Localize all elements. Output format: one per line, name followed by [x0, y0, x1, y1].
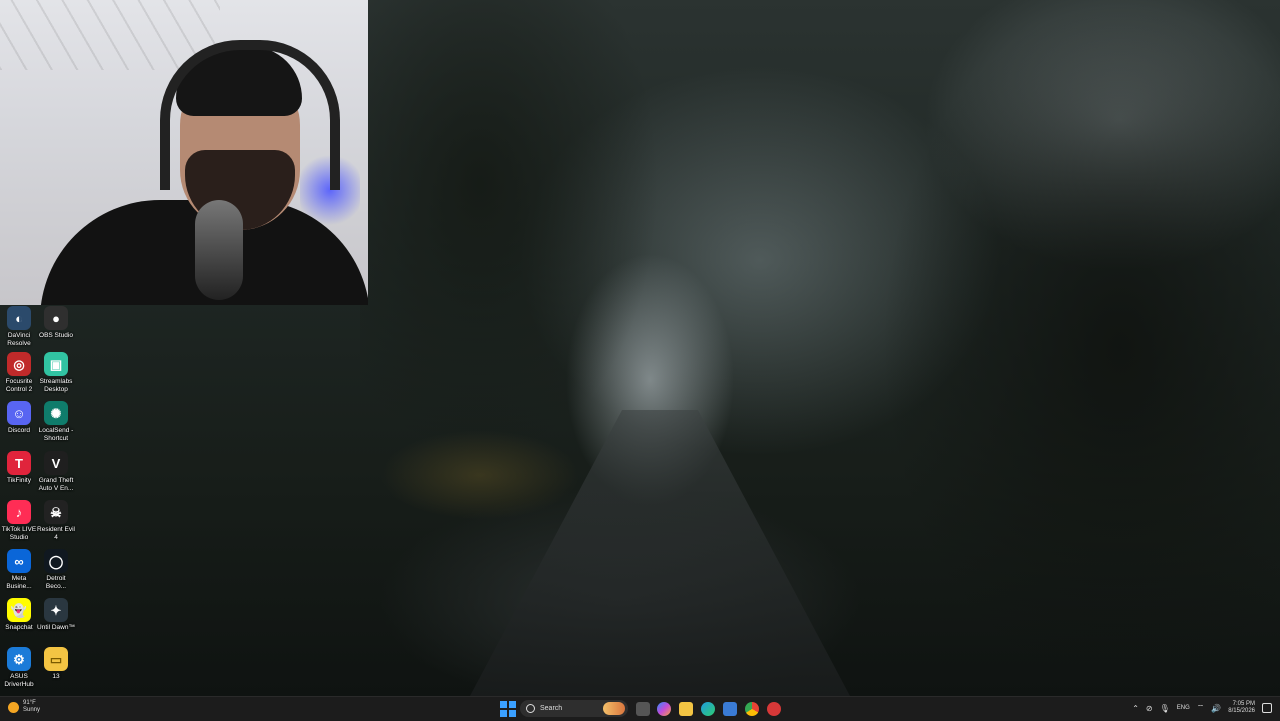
windows-logo-tile-4 [509, 710, 516, 717]
snapchat-icon: 👻 [7, 598, 31, 622]
davinci-resolve-icon: ◐ [7, 306, 31, 330]
clock-time: 7:05 PM [1232, 701, 1255, 707]
tikfinity-icon: T [7, 451, 31, 475]
desktop-icon-gta-v[interactable]: V Grand Theft Auto V En... [37, 451, 75, 492]
wallpaper-leaves [380, 430, 580, 520]
search-box[interactable]: Search [520, 700, 628, 717]
windows-logo-tile-1 [500, 701, 507, 708]
desktop-icon-obs[interactable]: ● OBS Studio [37, 306, 75, 340]
wallpaper-trees-left [360, 0, 660, 460]
desktop-icon-tiktok-live[interactable]: ♪ TikTok LIVE Studio [0, 500, 38, 541]
desktop-icon-streamlabs[interactable]: ▣ Streamlabs Desktop [37, 352, 75, 393]
task-view-icon[interactable] [636, 702, 650, 716]
search-icon [526, 704, 535, 713]
desktop-icon-localsend[interactable]: ✺ LocalSend - Shortcut [37, 401, 75, 442]
obs-studio-icon: ● [44, 306, 68, 330]
sun-icon [8, 701, 19, 713]
desktop-icon-discord[interactable]: ☺ Discord [0, 401, 38, 435]
desktop-icon-tikfinity[interactable]: T TikFinity [0, 451, 38, 485]
desktop-icon-davinci[interactable]: ◐ DaVinci Resolve [0, 306, 38, 347]
chevron-up-icon[interactable]: ⌃ [1132, 704, 1139, 713]
recorder-icon[interactable] [767, 702, 781, 716]
focusrite-icon: ◎ [7, 352, 31, 376]
weather-temp: 91°F [23, 700, 36, 706]
weather-widget[interactable]: 91°F Sunny [8, 700, 40, 714]
webcam-overlay [0, 0, 368, 305]
desktop-icon-snapchat[interactable]: 👻 Snapchat [0, 598, 38, 632]
weather-text: 91°F Sunny [23, 700, 40, 714]
start-button[interactable] [500, 701, 516, 717]
asus-driverhub-icon: ⚙ [7, 647, 31, 671]
copilot-icon[interactable] [657, 702, 671, 716]
clock[interactable]: 7:05 PM 8/15/2026 [1228, 701, 1255, 715]
system-tray: ⌃ ⊘ 🎙 ENG ⌔ 🔊 7:05 PM 8/15/2026 [1132, 701, 1272, 715]
gta-v-icon: V [44, 451, 68, 475]
discord-icon: ☺ [7, 401, 31, 425]
desktop-icon-until-dawn[interactable]: ✦ Until Dawn™ [37, 598, 75, 632]
windows-logo-tile-2 [509, 701, 516, 708]
wifi-icon[interactable]: ⌔ [1197, 703, 1205, 713]
tiktok-live-icon: ♪ [7, 500, 31, 524]
meta-icon: ∞ [7, 549, 31, 573]
windows-logo-tile-3 [500, 710, 507, 717]
desktop-icon-detroit[interactable]: ◯ Detroit Beco... [37, 549, 75, 590]
weather-condition: Sunny [23, 707, 41, 713]
chrome-icon[interactable] [745, 702, 759, 716]
notifications-icon[interactable] [1262, 703, 1272, 713]
network-off-icon[interactable]: ⊘ [1146, 704, 1153, 713]
microphone-icon[interactable]: 🎙 [1160, 704, 1170, 713]
clock-date: 8/15/2026 [1228, 708, 1255, 714]
resident-evil-icon: ☠ [44, 500, 68, 524]
microsoft-store-icon[interactable] [723, 702, 737, 716]
localsend-icon: ✺ [44, 401, 68, 425]
edge-icon[interactable] [701, 702, 715, 716]
folder-icon: ▭ [44, 647, 68, 671]
desktop-icon-meta[interactable]: ∞ Meta Busine... [0, 549, 38, 590]
streamlabs-icon: ▣ [44, 352, 68, 376]
desktop-icon-resident-evil[interactable]: ☠ Resident Evil 4 [37, 500, 75, 541]
search-placeholder: Search [540, 705, 563, 712]
detroit-icon: ◯ [44, 549, 68, 573]
volume-icon[interactable]: 🔊 [1211, 704, 1221, 713]
taskbar: 91°F Sunny Search ⌃ ⊘ 🎙 ENG ⌔ 🔊 7:05 PM … [0, 696, 1280, 721]
wallpaper-trees-right [880, 0, 1280, 696]
microphone [195, 200, 243, 300]
file-explorer-icon[interactable] [679, 702, 693, 716]
desktop-icon-focusrite[interactable]: ◎ Focusrite Control 2 [0, 352, 38, 393]
until-dawn-icon: ✦ [44, 598, 68, 622]
desktop-icon-asus-driverhub[interactable]: ⚙ ASUS DriverHub [0, 647, 38, 688]
desktop-icon-folder-13[interactable]: ▭ 13 [37, 647, 75, 681]
search-highlight-icon [603, 702, 625, 715]
language-indicator[interactable]: ENG [1177, 705, 1190, 711]
headphones [160, 40, 340, 190]
